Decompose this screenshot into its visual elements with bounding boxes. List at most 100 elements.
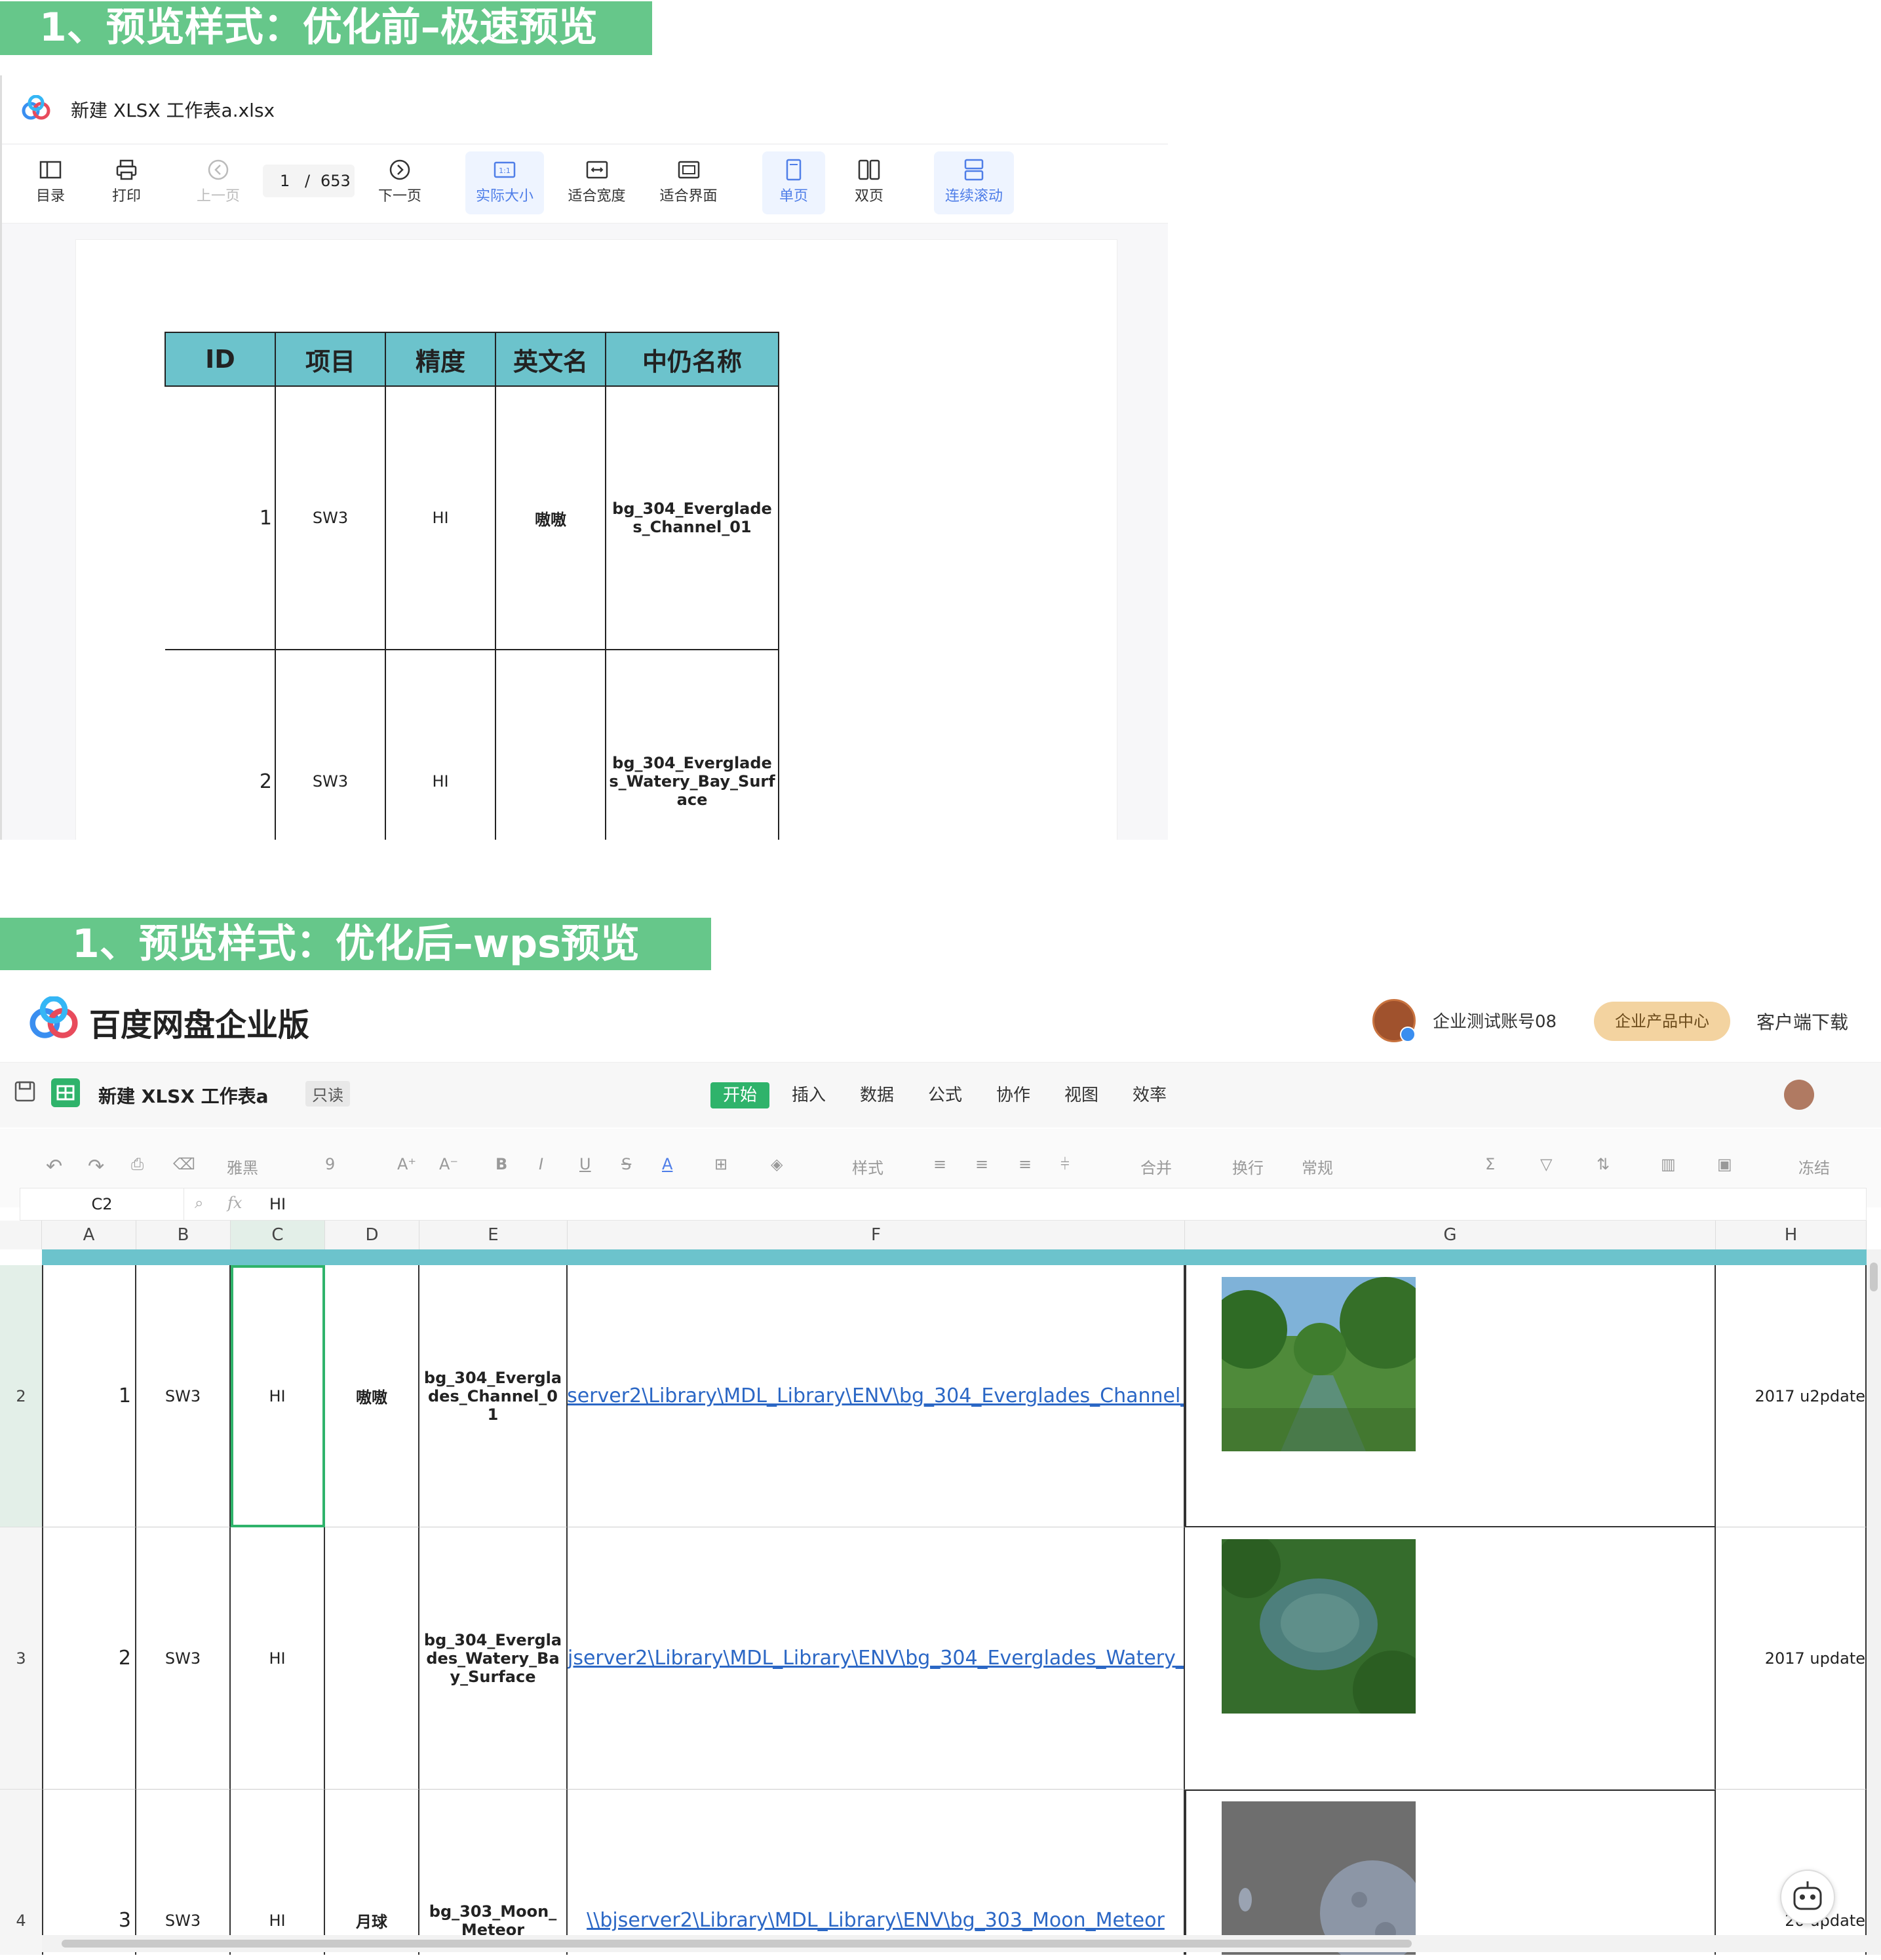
grid-cell[interactable]: SW3 xyxy=(136,1790,231,1955)
brand-bar: 百度网盘企业版 企业测试账号08 企业产品中心 客户端下载 xyxy=(0,971,1881,1058)
header-row-strip xyxy=(42,1249,1867,1265)
print-button[interactable]: 打印 xyxy=(100,151,153,214)
grid-cell[interactable]: 月球 xyxy=(325,1790,419,1955)
row-header[interactable]: 3 xyxy=(0,1527,42,1790)
table-cell xyxy=(495,649,606,840)
fit-page-button[interactable]: 适合界面 xyxy=(651,151,726,214)
tab-insert[interactable]: 插入 xyxy=(792,1082,826,1108)
grid-cell[interactable]: 嗷嗷 xyxy=(325,1265,419,1527)
image-icon[interactable]: ▣ xyxy=(1717,1155,1732,1173)
grid-cell[interactable]: 1 xyxy=(42,1265,136,1527)
path-link[interactable]: jserver2\Library\MDL_Library\ENV\bg_304_… xyxy=(568,1647,1184,1670)
double-page-icon xyxy=(858,159,880,180)
row-header[interactable]: 4 xyxy=(0,1790,42,1955)
grid-cell[interactable]: SW3 xyxy=(136,1527,231,1790)
grid-cell[interactable]: SW3 xyxy=(136,1265,231,1527)
account-name[interactable]: 企业测试账号08 xyxy=(1433,1008,1557,1032)
single-page-button[interactable]: 单页 xyxy=(762,151,825,214)
fill-color-icon[interactable]: ◈ xyxy=(771,1155,783,1173)
font-size-select[interactable]: 9 xyxy=(325,1155,335,1173)
format-painter-icon[interactable]: ⎙ xyxy=(131,1155,144,1173)
grid-cell[interactable]: 3 xyxy=(42,1790,136,1955)
font-decrease-icon[interactable]: A⁻ xyxy=(439,1155,458,1173)
font-color-icon[interactable]: A xyxy=(662,1155,672,1173)
path-link[interactable]: \\bjserver2\Library\MDL_Library\ENV\bg_3… xyxy=(587,1909,1165,1932)
continuous-scroll-button[interactable]: 连续滚动 xyxy=(934,151,1014,214)
align-center-icon[interactable]: ≡ xyxy=(975,1155,988,1173)
grid-cell[interactable]: bg_304_Everglades_Watery_Bay_Surface xyxy=(419,1527,568,1790)
bold-icon[interactable]: B xyxy=(495,1155,507,1173)
save-icon[interactable] xyxy=(13,1080,37,1103)
vertical-scrollbar[interactable] xyxy=(1867,1249,1881,1955)
zoom-search-icon[interactable]: ⌕ xyxy=(195,1194,203,1212)
grid-cell[interactable]: 2 xyxy=(42,1527,136,1790)
row-header[interactable]: 2 xyxy=(0,1265,42,1527)
column-header-g[interactable]: G xyxy=(1185,1221,1716,1249)
redo-icon[interactable]: ↷ xyxy=(88,1155,104,1178)
select-all-corner[interactable] xyxy=(0,1221,42,1249)
column-header-a[interactable]: A xyxy=(42,1221,136,1249)
tab-collab[interactable]: 协作 xyxy=(996,1082,1030,1108)
prev-page-button[interactable]: 上一页 xyxy=(189,151,248,214)
fit-width-button[interactable]: 适合宽度 xyxy=(559,151,634,214)
font-select[interactable]: 雅黑 xyxy=(227,1155,258,1178)
style-button[interactable]: 样式 xyxy=(852,1155,883,1178)
grid-cell-link[interactable]: jserver2\Library\MDL_Library\ENV\bg_304_… xyxy=(568,1527,1185,1790)
tab-data[interactable]: 数据 xyxy=(860,1082,894,1108)
column-header-b[interactable]: B xyxy=(136,1221,231,1249)
italic-icon[interactable]: I xyxy=(539,1155,543,1173)
border-icon[interactable]: ⊞ xyxy=(714,1155,727,1173)
number-format-select[interactable]: 常规 xyxy=(1302,1155,1333,1178)
horizontal-scroll-thumb[interactable] xyxy=(62,1940,1412,1948)
underline-icon[interactable]: U xyxy=(579,1155,591,1173)
product-center-button[interactable]: 企业产品中心 xyxy=(1594,1002,1730,1041)
vertical-scroll-thumb[interactable] xyxy=(1870,1263,1878,1291)
grid-cell[interactable] xyxy=(325,1527,419,1790)
table-cell: HI xyxy=(385,385,496,650)
column-header-h[interactable]: H xyxy=(1716,1221,1867,1249)
column-header-e[interactable]: E xyxy=(419,1221,568,1249)
freeze-button[interactable]: 冻结 xyxy=(1798,1155,1830,1178)
assistant-robot-icon[interactable] xyxy=(1780,1870,1835,1925)
cell-reference-box[interactable]: C2 xyxy=(20,1188,184,1220)
merge-button[interactable]: 合并 xyxy=(1140,1155,1172,1178)
grid-cell-link[interactable]: \\bjserver2\Library\MDL_Library\ENV\bg_3… xyxy=(568,1790,1185,1955)
grid-cell[interactable]: bg_304_Everglades_Channel_01 xyxy=(419,1265,568,1527)
toc-button[interactable]: 目录 xyxy=(26,151,75,214)
sum-icon[interactable]: Σ xyxy=(1485,1155,1495,1173)
next-page-button[interactable]: 下一页 xyxy=(370,151,429,214)
user-avatar[interactable] xyxy=(1784,1080,1814,1110)
valign-icon[interactable]: ⫩ xyxy=(1060,1155,1070,1173)
grid-cell[interactable]: bg_303_Moon_Meteor xyxy=(419,1790,568,1955)
tab-home[interactable]: 开始 xyxy=(710,1082,769,1108)
column-header-c[interactable]: C xyxy=(231,1221,325,1249)
column-header-d[interactable]: D xyxy=(325,1221,419,1249)
actual-size-button[interactable]: 1:1 实际大小 xyxy=(465,151,544,214)
client-download-link[interactable]: 客户端下载 xyxy=(1756,1008,1848,1034)
undo-icon[interactable]: ↶ xyxy=(46,1155,62,1178)
double-page-button[interactable]: 双页 xyxy=(840,151,899,214)
page-current-input[interactable]: 1 xyxy=(280,165,290,197)
column-header-f[interactable]: F xyxy=(568,1221,1185,1249)
filter-icon[interactable]: ▽ xyxy=(1540,1155,1552,1173)
eraser-icon[interactable]: ⌫ xyxy=(173,1155,195,1173)
grid-cell[interactable]: HI xyxy=(231,1527,325,1790)
path-link[interactable]: \\bjserver2\Library\MDL_Library\ENV\bg_3… xyxy=(568,1384,1184,1407)
font-increase-icon[interactable]: A⁺ xyxy=(397,1155,416,1173)
grid-cell-link[interactable]: \\bjserver2\Library\MDL_Library\ENV\bg_3… xyxy=(568,1265,1185,1527)
align-left-icon[interactable]: ≡ xyxy=(933,1155,946,1173)
grid-cell[interactable]: 2017 update xyxy=(1716,1527,1867,1790)
align-right-icon[interactable]: ≡ xyxy=(1018,1155,1032,1173)
strikethrough-icon[interactable]: S xyxy=(621,1155,631,1173)
tab-view[interactable]: 视图 xyxy=(1064,1082,1098,1108)
grid-cell[interactable]: 2017 u2pdate xyxy=(1716,1265,1867,1527)
tab-efficiency[interactable]: 效率 xyxy=(1133,1082,1167,1108)
grid-cell[interactable]: HI xyxy=(231,1790,325,1955)
sort-icon[interactable]: ⇅ xyxy=(1597,1155,1610,1173)
tab-formula[interactable]: 公式 xyxy=(928,1082,962,1108)
horizontal-scrollbar[interactable] xyxy=(42,1935,1867,1952)
chart-icon[interactable]: ▥ xyxy=(1661,1155,1676,1173)
grid-cell-selected[interactable]: HI xyxy=(231,1265,325,1527)
wrap-button[interactable]: 换行 xyxy=(1232,1155,1264,1178)
formula-input[interactable]: HI xyxy=(269,1188,286,1220)
